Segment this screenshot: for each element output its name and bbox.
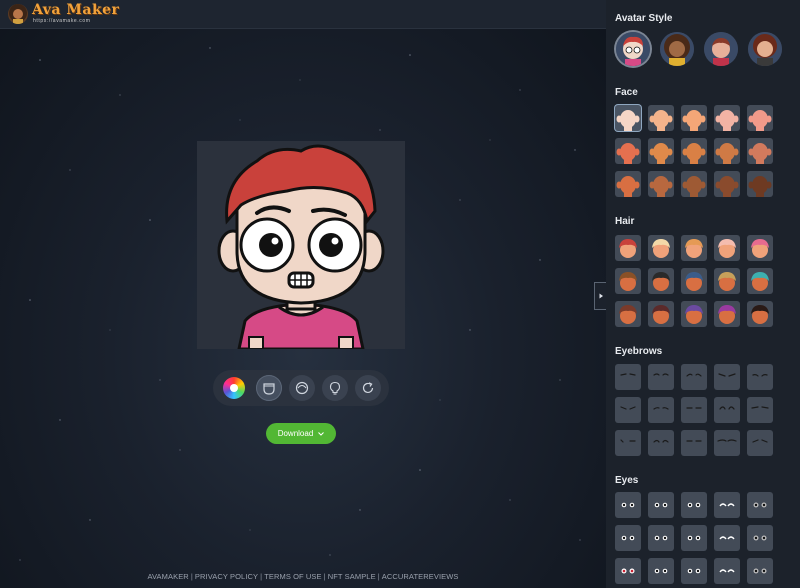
eyes-option[interactable] xyxy=(714,525,740,551)
options-panel: Avatar Style Face Hair Eyebrows Eyes xyxy=(606,0,800,588)
face-shape-icon xyxy=(263,383,275,395)
app-url: https://avamake.com xyxy=(33,18,91,24)
eyebrows-option[interactable] xyxy=(681,364,707,390)
hair-option[interactable] xyxy=(714,268,740,294)
section-title-face: Face xyxy=(615,87,638,98)
eyebrows-option[interactable] xyxy=(648,364,674,390)
footer-link-accuratereviews[interactable]: ACCURATEREVIEWS xyxy=(382,572,459,581)
idea-bulb-button[interactable] xyxy=(322,375,348,401)
eyes-option[interactable] xyxy=(714,492,740,518)
section-title-avatar-style: Avatar Style xyxy=(615,13,673,24)
face-option[interactable] xyxy=(615,138,641,164)
eyes-option[interactable] xyxy=(747,492,773,518)
avatar-style-option[interactable] xyxy=(748,32,782,66)
face-option[interactable] xyxy=(747,105,773,131)
hair-option[interactable] xyxy=(681,301,707,327)
eyes-option[interactable] xyxy=(648,492,674,518)
eyes-option[interactable] xyxy=(681,558,707,584)
face-option[interactable] xyxy=(747,171,773,197)
avatar-style-option[interactable] xyxy=(616,32,650,66)
eyebrows-option[interactable] xyxy=(681,397,707,423)
logo-avatar-icon xyxy=(8,4,28,24)
eyes-option[interactable] xyxy=(615,525,641,551)
hair-option[interactable] xyxy=(714,235,740,261)
hair-option[interactable] xyxy=(615,268,641,294)
section-title-eyes: Eyes xyxy=(615,475,639,486)
eyebrows-option[interactable] xyxy=(648,430,674,456)
eyebrows-option[interactable] xyxy=(747,430,773,456)
eyes-option[interactable] xyxy=(747,525,773,551)
eyes-option[interactable] xyxy=(615,492,641,518)
eyes-option[interactable] xyxy=(648,525,674,551)
eyes-option[interactable] xyxy=(714,558,740,584)
eyebrows-option[interactable] xyxy=(615,364,641,390)
hair-option[interactable] xyxy=(681,268,707,294)
download-label: Download xyxy=(277,429,314,438)
face-option[interactable] xyxy=(648,138,674,164)
face-option[interactable] xyxy=(714,138,740,164)
hair-option[interactable] xyxy=(615,301,641,327)
refresh-icon xyxy=(362,382,374,394)
eyebrows-option[interactable] xyxy=(747,364,773,390)
top-bar: Ava Maker https://avamake.com xyxy=(0,0,606,29)
hair-option[interactable] xyxy=(615,235,641,261)
face-option[interactable] xyxy=(681,105,707,131)
hair-option[interactable] xyxy=(747,235,773,261)
face-option[interactable] xyxy=(615,105,641,131)
color-picker-icon[interactable] xyxy=(223,377,245,399)
eyebrows-option[interactable] xyxy=(714,364,740,390)
eyebrows-option[interactable] xyxy=(615,430,641,456)
face-option[interactable] xyxy=(714,105,740,131)
footer-link-avamaker[interactable]: AVAMAKER xyxy=(147,572,188,581)
avatar-toolbar xyxy=(213,370,389,406)
section-title-eyebrows: Eyebrows xyxy=(615,346,663,357)
hair-option[interactable] xyxy=(714,301,740,327)
avatar-style-option[interactable] xyxy=(704,32,738,66)
eyes-option[interactable] xyxy=(615,558,641,584)
avatar-style-option[interactable] xyxy=(660,32,694,66)
eyebrows-option[interactable] xyxy=(681,430,707,456)
hair-option[interactable] xyxy=(747,301,773,327)
face-option[interactable] xyxy=(615,171,641,197)
hair-option[interactable] xyxy=(681,235,707,261)
footer-link-privacy[interactable]: PRIVACY POLICY xyxy=(195,572,258,581)
face-shape-button[interactable] xyxy=(256,375,282,401)
eyebrows-option[interactable] xyxy=(615,397,641,423)
eyebrows-option[interactable] xyxy=(714,397,740,423)
hair-option[interactable] xyxy=(747,268,773,294)
chevron-right-icon xyxy=(599,293,603,299)
refresh-button[interactable] xyxy=(355,375,381,401)
face-option[interactable] xyxy=(648,171,674,197)
eyes-option[interactable] xyxy=(747,558,773,584)
hair-option[interactable] xyxy=(648,268,674,294)
footer-link-nft-sample[interactable]: NFT SAMPLE xyxy=(328,572,376,581)
face-option[interactable] xyxy=(648,105,674,131)
face-option[interactable] xyxy=(714,171,740,197)
idea-bulb-icon xyxy=(329,381,341,395)
eyes-option[interactable] xyxy=(648,558,674,584)
face-option[interactable] xyxy=(681,138,707,164)
chevron-down-icon xyxy=(318,431,325,436)
eyebrows-option[interactable] xyxy=(714,430,740,456)
face-option[interactable] xyxy=(681,171,707,197)
canvas-area: Ava Maker https://avamake.com Download A… xyxy=(0,0,606,588)
hair-option[interactable] xyxy=(648,301,674,327)
hair-option[interactable] xyxy=(648,235,674,261)
app-title[interactable]: Ava Maker xyxy=(32,2,119,18)
section-title-hair: Hair xyxy=(615,216,635,227)
eyes-option[interactable] xyxy=(681,525,707,551)
footer: AVAMAKER | PRIVACY POLICY | TERMS OF USE | NFT… xyxy=(147,572,459,581)
eyes-option[interactable] xyxy=(681,492,707,518)
eyebrows-option[interactable] xyxy=(747,397,773,423)
head-icon xyxy=(295,381,309,395)
head-button[interactable] xyxy=(289,375,315,401)
eyebrows-option[interactable] xyxy=(648,397,674,423)
face-option[interactable] xyxy=(747,138,773,164)
avatar-preview xyxy=(197,141,405,349)
download-button[interactable]: Download xyxy=(266,423,336,444)
footer-link-terms[interactable]: TERMS OF USE xyxy=(264,572,321,581)
